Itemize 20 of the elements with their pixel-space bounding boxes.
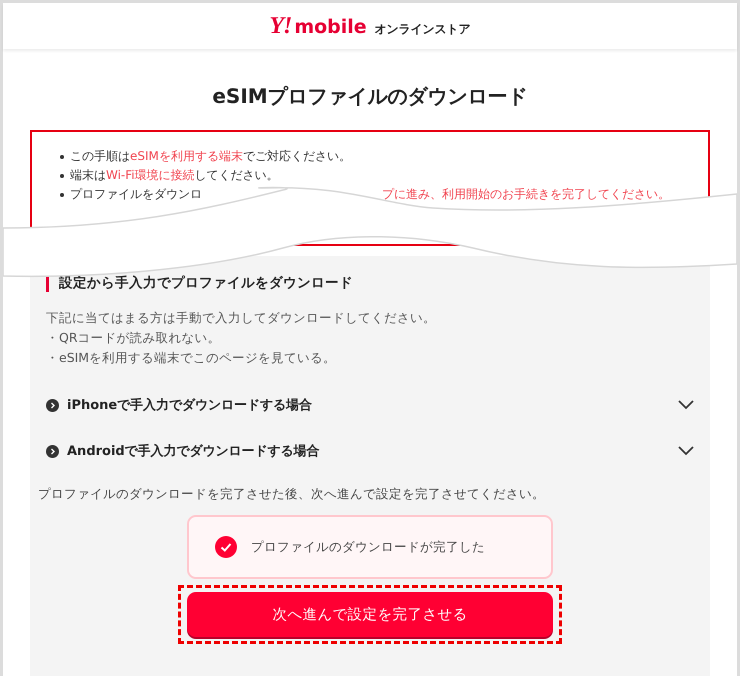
instruction-text: プロファイルのダウンロードを完了させた後、次へ進んで設定を完了させてください。 [38, 486, 546, 503]
notice-text: 端末はWi-Fi環境に接続 してください。 [70, 167, 279, 184]
next-button[interactable]: 次へ進んで設定を完了させる [187, 592, 553, 637]
accordion-row[interactable]: Androidで手入力でダウンロードする場合 [30, 428, 710, 474]
intro-text: 下記に当てはまる方は手動で入力してダウンロードしてください。 [46, 309, 437, 327]
store-label: オンラインストア [374, 20, 471, 38]
chevron-circle-icon [46, 444, 59, 458]
accordion-row[interactable]: iPhoneで手入力でダウンロードする場合 [30, 382, 710, 428]
bullet-icon [60, 192, 64, 196]
intro-text: ・eSIMを利用する端末でこのページを見ている。 [46, 349, 338, 367]
bullet-icon [60, 154, 64, 158]
completion-checkbox[interactable]: プロファイルのダウンロードが完了した [187, 515, 553, 579]
intro-text: ・QRコードが読み取れない。 [46, 329, 222, 347]
bullet-icon [60, 174, 64, 178]
notice-text: この手順はeSIMを利用する端末でご対応ください。 [70, 148, 351, 165]
chevron-circle-icon [46, 398, 59, 412]
brand-logo[interactable]: Y!mobile [269, 12, 367, 40]
notice-text: プロファイルをダウンロ [70, 186, 202, 203]
notice-text: プに進み、利用開始のお手続きを完了してください。 [382, 186, 670, 203]
page-title: eSIMプロファイルのダウンロード [211, 83, 529, 110]
